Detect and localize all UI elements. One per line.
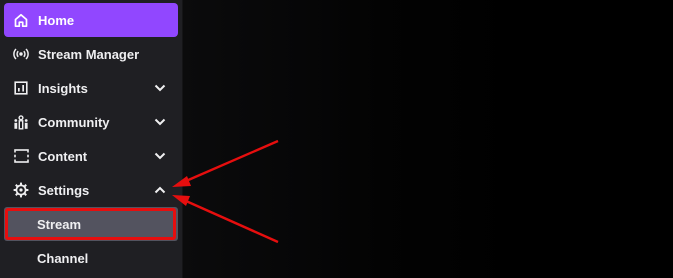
sidebar-item-settings[interactable]: Settings	[4, 173, 178, 207]
sidebar-item-content[interactable]: Content	[4, 139, 178, 173]
sidebar-subitem-channel[interactable]: Channel	[4, 241, 178, 275]
chevron-up-icon[interactable]	[153, 183, 167, 197]
sidebar-item-label: Stream Manager	[38, 46, 140, 62]
sidebar-item-stream-manager[interactable]: Stream Manager	[4, 37, 178, 71]
sidebar-divider	[182, 0, 183, 278]
sidebar-item-home[interactable]: Home	[4, 3, 178, 37]
sidebar-subitem-stream[interactable]: Stream	[4, 207, 178, 241]
content-icon	[13, 148, 29, 164]
annotation-arrow-lower	[172, 195, 279, 244]
broadcast-icon	[13, 46, 29, 62]
insights-icon	[13, 80, 29, 96]
sidebar-item-label: Community	[38, 114, 110, 130]
chevron-down-icon[interactable]	[153, 81, 167, 95]
sidebar-item-label: Content	[38, 148, 88, 164]
sidebar-item-label: Settings	[38, 182, 90, 198]
sidebar-item-label: Home	[38, 12, 75, 28]
screen: Home Stream Manager Insights Community C…	[0, 0, 673, 278]
sidebar-subitem-label: Stream	[37, 216, 82, 232]
sidebar-item-label: Insights	[38, 80, 88, 96]
chevron-down-icon[interactable]	[153, 149, 167, 163]
sidebar-item-insights[interactable]: Insights	[4, 71, 178, 105]
community-icon	[13, 114, 29, 130]
sidebar-subitem-label: Channel	[37, 250, 89, 266]
sidebar-item-community[interactable]: Community	[4, 105, 178, 139]
sidebar: Home Stream Manager Insights Community C…	[0, 0, 182, 278]
annotation-arrow-upper	[172, 139, 279, 187]
home-icon	[13, 12, 29, 28]
chevron-down-icon[interactable]	[153, 115, 167, 129]
gear-icon	[13, 182, 29, 198]
